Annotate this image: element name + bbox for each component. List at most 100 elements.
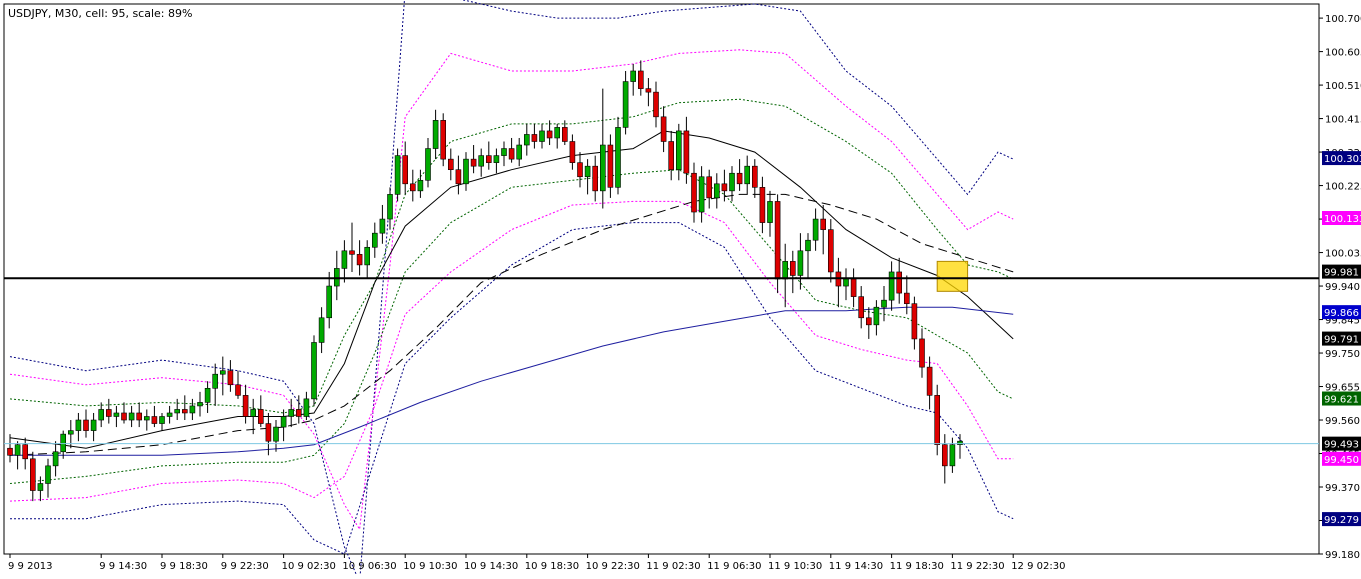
candle-up <box>744 165 751 185</box>
candle-down <box>447 158 454 171</box>
candle-down <box>827 229 834 273</box>
candle-down <box>440 120 447 160</box>
candle-up <box>888 271 895 301</box>
candle-up <box>729 172 735 192</box>
candle-down <box>182 409 188 414</box>
candle-down <box>721 183 728 192</box>
candle-down <box>919 338 925 368</box>
candle-down <box>789 261 796 276</box>
candle-up <box>394 155 401 195</box>
candle-down <box>531 134 538 142</box>
candle-down <box>820 218 827 230</box>
candle-up <box>197 402 203 407</box>
candle-down <box>691 172 697 213</box>
candle-down <box>896 271 903 294</box>
candle-down <box>106 409 112 417</box>
candle-down <box>926 366 933 396</box>
x-tick-label: 11 9 10:30 <box>768 561 822 572</box>
candle-down <box>455 169 462 185</box>
candle-up <box>280 416 287 428</box>
candle-up <box>622 81 629 128</box>
candle-up <box>52 451 59 467</box>
candle-down <box>235 384 241 396</box>
candle-down <box>683 130 690 174</box>
candle-up <box>379 218 386 234</box>
price-marker-label: 99.621 <box>1324 395 1359 406</box>
candle-up <box>189 405 196 414</box>
x-tick-label: 11 9 22:30 <box>950 561 1004 572</box>
candle-up <box>805 239 811 252</box>
candle-up <box>417 179 424 192</box>
candle-up <box>341 250 348 269</box>
candle-up <box>516 144 523 160</box>
candle-down <box>508 148 515 160</box>
price-marker-label: 100.303 <box>1324 154 1361 165</box>
x-tick-label: 10 9 22:30 <box>586 561 640 572</box>
x-tick-label: 10 9 02:30 <box>282 561 336 572</box>
candle-up <box>45 465 51 484</box>
candle-up <box>166 412 173 417</box>
candle-up <box>333 268 340 287</box>
candle-down <box>22 444 29 460</box>
y-tick-label: 99.370 <box>1325 483 1360 494</box>
candle-up <box>14 444 21 456</box>
candle-up <box>767 201 773 223</box>
candle-up <box>523 134 530 146</box>
candle-down <box>736 172 743 185</box>
x-tick-label: 11 9 02:30 <box>646 561 700 572</box>
candle-up <box>60 433 67 453</box>
x-tick-label: 10 9 10:30 <box>403 561 457 572</box>
candle-down <box>668 141 675 171</box>
y-tick-label: 100.510 <box>1325 81 1361 92</box>
candle-up <box>326 285 333 319</box>
chart-title: USDJPY, M30, cell: 95, scale: 89% <box>8 7 192 20</box>
candle-down <box>592 165 599 192</box>
candle-up <box>37 483 44 491</box>
candle-down <box>151 416 158 424</box>
candle-down <box>7 447 13 456</box>
x-tick-label: 11 9 14:30 <box>829 561 883 572</box>
candle-up <box>949 444 956 467</box>
candle-up <box>630 70 637 82</box>
candle-up <box>463 158 469 185</box>
price-marker-label: 99.866 <box>1324 308 1359 319</box>
candle-down <box>850 278 857 297</box>
y-tick-label: 100.415 <box>1325 115 1361 126</box>
candle-up <box>220 370 226 375</box>
y-tick-label: 99.180 <box>1325 550 1360 561</box>
x-tick-label: 9 9 22:30 <box>221 561 269 572</box>
chart: USDJPY, M30, cell: 95, scale: 89% 100.70… <box>0 0 1361 579</box>
candle-down <box>349 250 355 255</box>
candle-down <box>470 158 477 167</box>
x-tick-label: 11 9 18:30 <box>890 561 944 572</box>
candle-up <box>425 148 431 181</box>
candle-down <box>409 183 416 192</box>
candle-down <box>903 292 910 304</box>
y-tick-label: 99.750 <box>1325 349 1360 360</box>
candle-down <box>227 370 234 386</box>
price-marker-label: 99.279 <box>1324 515 1359 526</box>
price-marker-label: 99.981 <box>1324 268 1359 279</box>
candle-down <box>941 444 948 467</box>
x-tick-label: 9 9 18:30 <box>160 561 208 572</box>
candle-up <box>364 246 371 266</box>
candle-up <box>273 426 279 442</box>
x-tick-label: 10 9 06:30 <box>342 561 396 572</box>
candle-up <box>615 127 621 188</box>
x-tick-label: 10 9 14:30 <box>464 561 518 572</box>
y-tick-label: 99.560 <box>1325 416 1360 427</box>
candle-down <box>356 254 363 266</box>
candle-up <box>128 412 135 421</box>
chart-svg: USDJPY, M30, cell: 95, scale: 89% 100.70… <box>0 0 1361 579</box>
candle-up <box>144 416 150 421</box>
candle-down <box>759 187 766 223</box>
x-tick-label: 9 9 14:30 <box>99 561 147 572</box>
candle-up <box>554 127 561 139</box>
candle-down <box>265 423 272 442</box>
candle-down <box>29 458 36 491</box>
y-tick-label: 100.605 <box>1325 48 1361 59</box>
price-marker-label: 99.791 <box>1324 335 1359 346</box>
y-tick-label: 99.940 <box>1325 282 1360 293</box>
y-tick-label: 100.035 <box>1325 249 1361 260</box>
candle-down <box>653 91 659 118</box>
